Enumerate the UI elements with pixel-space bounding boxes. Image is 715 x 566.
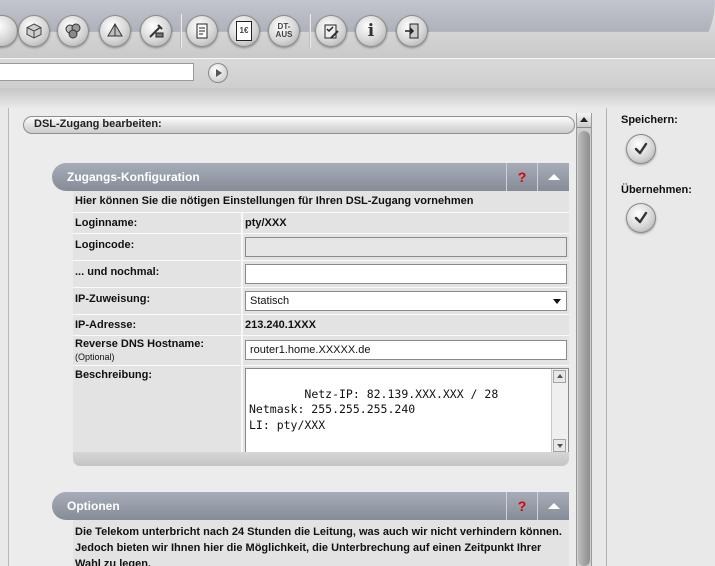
form-row-ip-assign: IP-Zuweisung: Statisch [73,287,569,314]
description-label: Beschreibung: [75,369,153,381]
address-input[interactable] [0,63,194,81]
logincode-label: Logincode: [75,239,135,251]
main-content: DSL-Zugang bearbeiten: Zugangs-Konfigura… [8,108,577,566]
tools-icon[interactable] [140,15,172,47]
address-row-shadow [0,88,715,108]
save-button[interactable] [626,134,656,164]
collapse-up-icon[interactable] [537,492,569,520]
main-scrollbar[interactable] [576,113,592,566]
section-body-options: Die Telekom unterbricht nach 24 Stunden … [73,520,569,566]
ip-assign-label: IP-Zuweisung: [75,293,151,305]
apply-label: Übernehmen: [621,184,692,196]
checklist-tools-icon[interactable] [315,15,347,47]
section-body-config: Hier können Sie die nötigen Einstellunge… [73,191,569,454]
toolbar-separator [309,14,311,48]
ip-assign-selected-value: Statisch [250,295,290,307]
section-intro-text: Hier können Sie die nötigen Einstellunge… [75,195,474,207]
action-panel: Speichern: Übernehmen: [606,108,715,566]
logincode-field[interactable] [245,237,567,257]
form-row-loginname: Loginname: pty/XXX [73,212,569,233]
document-icon[interactable] [186,15,218,47]
form-row-ip-address: IP-Adresse: 213.240.1XXX [73,314,569,335]
description-textarea[interactable]: Netz-IP: 82.139.XXX.XXX / 28 Netmask: 25… [245,368,569,454]
options-description-text: Die Telekom unterbricht nach 24 Stunden … [75,526,562,566]
loginname-label: Loginname: [75,217,138,229]
section-header-options: Optionen ? [52,492,569,520]
go-arrow-icon[interactable] [208,63,228,83]
pyramid-icon[interactable] [99,15,131,47]
rdns-optional-label: (Optional) [75,352,115,362]
multi-cube-icon[interactable] [57,15,89,47]
invoice-icon[interactable]: 1€ [228,15,260,47]
section-footer-config [73,452,569,466]
textarea-scroll-up-icon[interactable] [553,370,566,383]
checkmark-icon [634,211,648,224]
page-title-bar: DSL-Zugang bearbeiten: [23,116,575,134]
cube-icon[interactable] [18,15,50,47]
textarea-scroll-down-icon[interactable] [553,439,566,452]
help-icon[interactable]: ? [506,492,537,520]
scroll-up-icon[interactable] [577,113,591,128]
form-row-description: Beschreibung: Netz-IP: 82.139.XXX.XXX / … [73,365,569,454]
checkmark-icon [634,142,648,155]
section-title-config: Zugangs-Konfiguration [67,170,200,184]
invoice-icon-text: 1€ [239,26,249,35]
ip-address-value: 213.240.1XXX [245,319,316,331]
dt-aus-icon[interactable]: DT- AUS [268,15,300,47]
scrollbar-thumb[interactable] [578,131,590,566]
toolbar-separator [180,14,182,48]
info-icon[interactable]: i [355,15,387,47]
loginname-value: pty/XXX [245,217,287,229]
info-icon-glyph: i [367,21,375,41]
section-title-options: Optionen [67,499,120,513]
address-row [0,58,715,88]
help-icon[interactable]: ? [506,163,537,191]
form-row-logincode: Logincode: [73,233,569,260]
logincode-repeat-field[interactable] [245,264,567,284]
exit-icon[interactable] [396,15,428,47]
rdns-label: Reverse DNS Hostname: [75,338,204,350]
dt-aus-text-line2: AUS [275,30,293,39]
ip-address-label: IP-Adresse: [75,319,137,331]
main-toolbar: 1€ DT- AUS i [0,0,715,58]
section-header-config: Zugangs-Konfiguration ? [52,163,569,191]
page-title: DSL-Zugang bearbeiten: [34,118,162,130]
ip-assign-select[interactable]: Statisch [245,291,567,311]
description-text: Netz-IP: 82.139.XXX.XXX / 28 Netmask: 25… [249,386,499,432]
rdns-hostname-field[interactable]: router1.home.XXXXX.de [245,340,567,360]
save-label: Speichern: [621,114,678,126]
form-row-rdns: Reverse DNS Hostname: (Optional) router1… [73,335,569,365]
textarea-scrollbar[interactable] [551,369,568,453]
collapse-up-icon[interactable] [537,163,569,191]
form-row-repeat: ... und nochmal: [73,260,569,287]
apply-button[interactable] [626,203,656,233]
logincode-repeat-label: ... und nochmal: [75,266,160,278]
